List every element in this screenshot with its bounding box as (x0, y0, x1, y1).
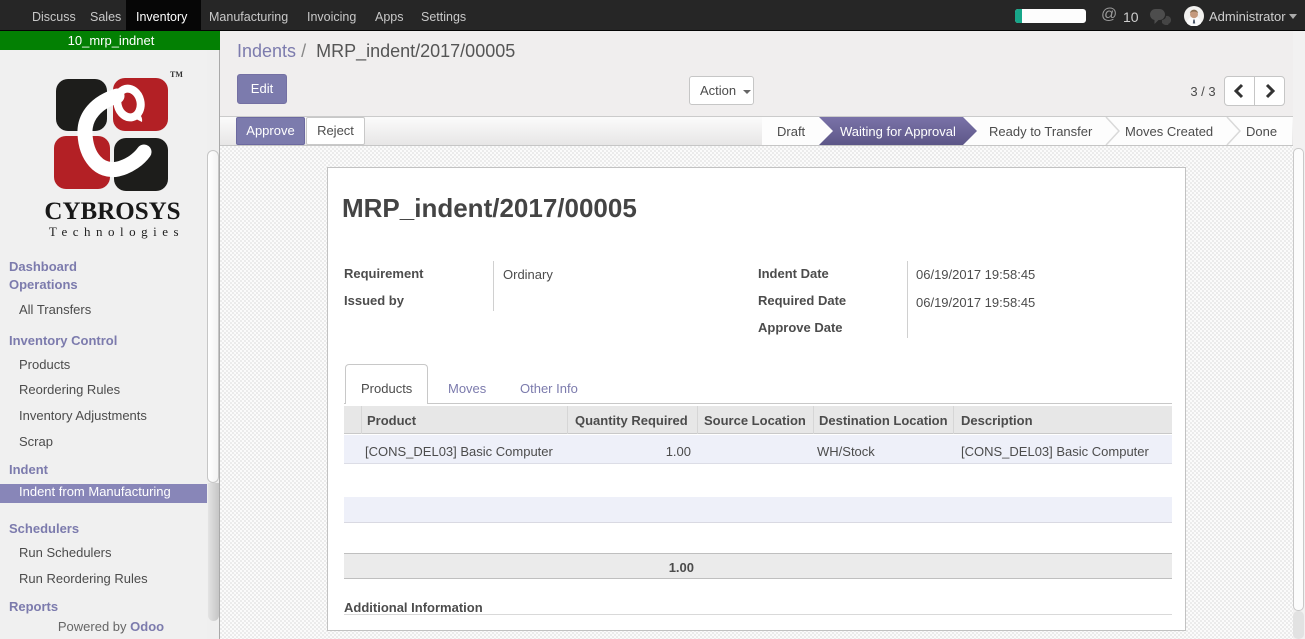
svg-text:TM: TM (170, 70, 183, 79)
